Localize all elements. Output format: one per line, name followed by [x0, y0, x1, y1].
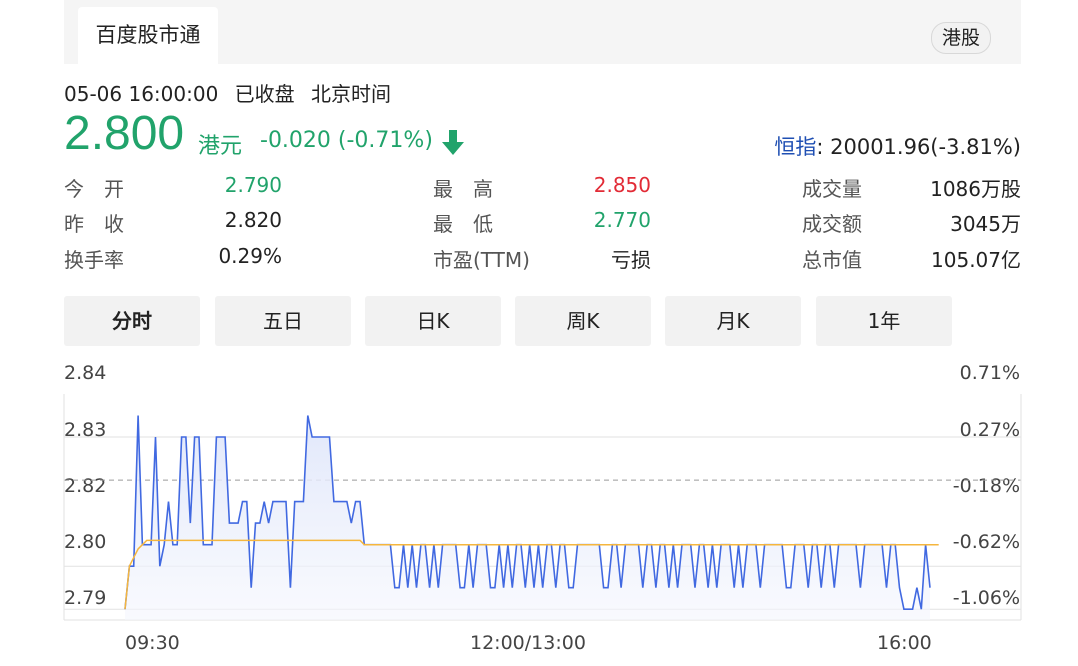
intraday-chart[interactable] — [0, 0, 1078, 666]
price-area-fill — [125, 415, 930, 620]
